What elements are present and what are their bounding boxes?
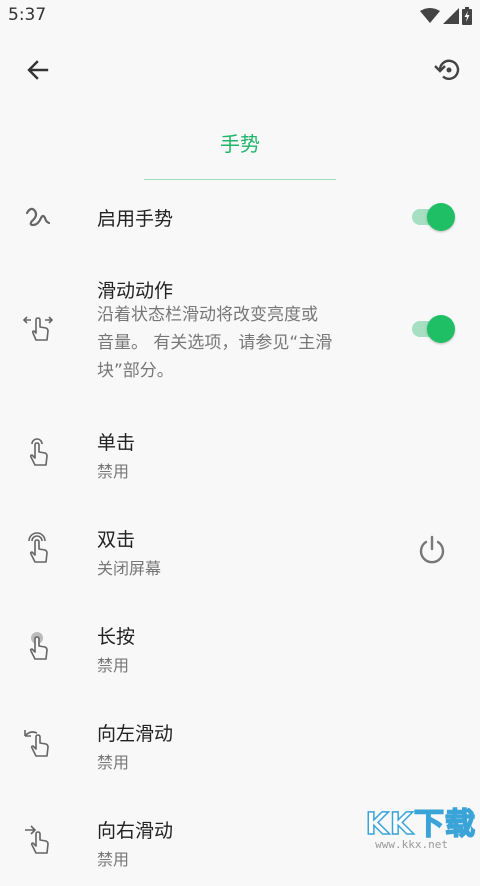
long-press-label: 长按 [97, 622, 135, 649]
swipe-action-toggle[interactable] [412, 314, 456, 342]
restore-icon [433, 55, 463, 85]
swipe-action-row[interactable]: 滑动动作 沿着状态栏滑动将改变亮度或 音量。 有关选项，请参见“主滑 块”部分。 [0, 270, 480, 390]
swipe-action-desc-line: 沿着状态栏滑动将改变亮度或 [97, 301, 362, 329]
single-tap-value: 禁用 [97, 458, 129, 482]
swipe-action-desc-line: 块”部分。 [97, 357, 362, 385]
wifi-icon [420, 8, 440, 24]
watermark-url: www.kkx.net [375, 838, 448, 851]
long-press-value: 禁用 [97, 652, 129, 676]
tap-icon [20, 434, 56, 470]
power-button[interactable] [412, 530, 452, 570]
single-tap-row[interactable]: 单击 禁用 [0, 418, 480, 498]
swipe-action-description: 沿着状态栏滑动将改变亮度或 音量。 有关选项，请参见“主滑 块”部分。 [97, 301, 362, 385]
arrow-left-icon [26, 58, 50, 82]
single-tap-label: 单击 [97, 428, 135, 455]
double-tap-icon [20, 531, 56, 567]
enable-gestures-row[interactable]: 启用手势 [0, 190, 480, 246]
status-icons [420, 7, 472, 25]
swipe-action-desc-line: 音量。 有关选项，请参见“主滑 [97, 329, 362, 357]
long-press-row[interactable]: 长按 禁用 [0, 612, 480, 692]
double-tap-value: 关闭屏幕 [97, 555, 161, 579]
toggle-thumb [427, 203, 455, 231]
double-tap-label: 双击 [97, 525, 135, 552]
enable-gestures-label: 启用手势 [97, 204, 173, 231]
long-press-icon [20, 628, 56, 664]
status-bar: 5:37 [0, 0, 480, 34]
squiggle-gesture-icon [20, 200, 56, 236]
double-tap-row[interactable]: 双击 关闭屏幕 [0, 515, 480, 595]
restore-button[interactable] [428, 50, 468, 90]
watermark-logo: KK下载 [366, 799, 477, 843]
toolbar [0, 40, 480, 100]
watermark: KK下载 www.kkx.net [356, 799, 476, 851]
swipe-right-label: 向右滑动 [97, 816, 173, 843]
swipe-left-icon [20, 725, 56, 761]
swipe-left-label: 向左滑动 [97, 719, 173, 746]
enable-gestures-toggle[interactable] [412, 202, 456, 230]
swipe-action-label: 滑动动作 [97, 276, 173, 303]
toggle-thumb [427, 315, 455, 343]
back-button[interactable] [18, 50, 58, 90]
swipe-left-value: 禁用 [97, 749, 129, 773]
status-time: 5:37 [8, 5, 46, 25]
swipe-left-row[interactable]: 向左滑动 禁用 [0, 709, 480, 789]
power-icon [416, 534, 448, 566]
swipe-horizontal-icon [20, 311, 56, 347]
battery-icon [462, 7, 472, 25]
tab-underline [144, 179, 336, 180]
tab-gestures[interactable]: 手势 [0, 128, 480, 157]
swipe-right-value: 禁用 [97, 846, 129, 870]
signal-icon [443, 8, 459, 24]
